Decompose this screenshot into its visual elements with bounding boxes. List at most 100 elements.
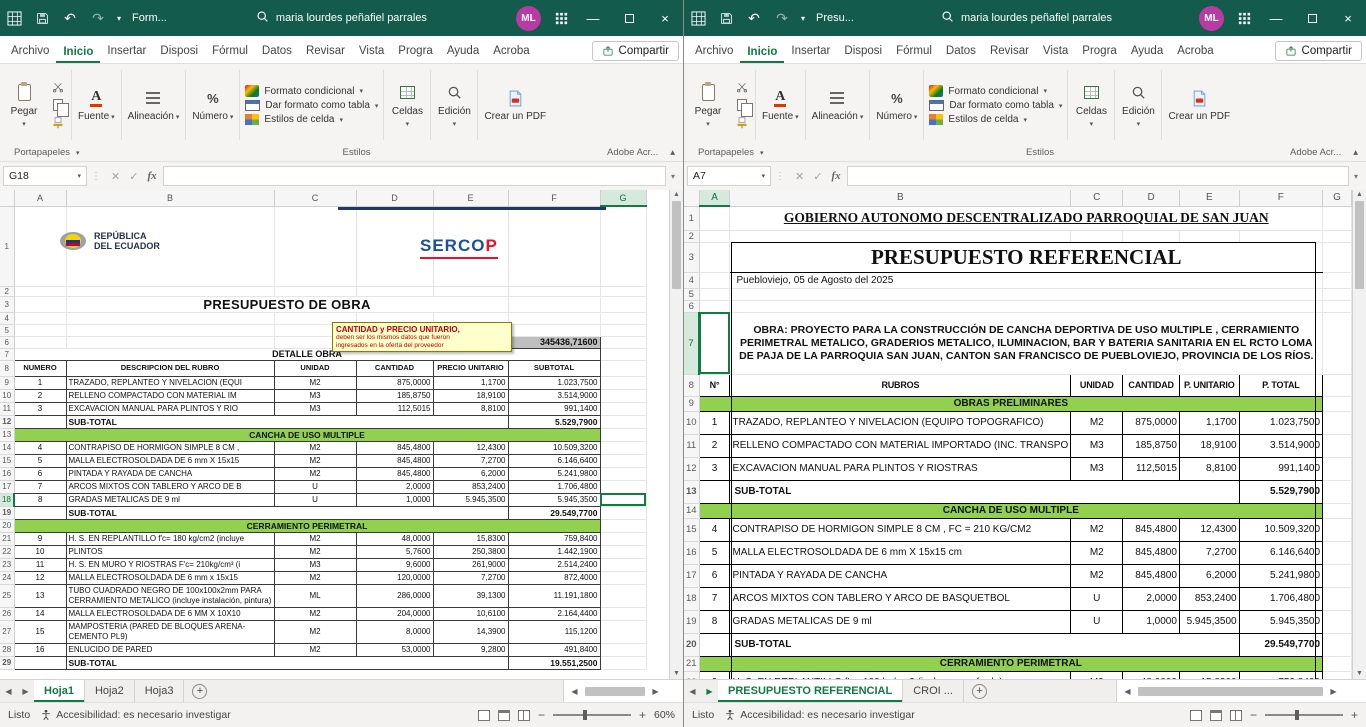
cell-ptotal[interactable]: 5.241,9800 bbox=[1239, 564, 1322, 587]
sheet-title[interactable]: PRESUPUESTO DE OBRA bbox=[66, 296, 508, 312]
worksheet[interactable]: A B C D E F G 1GOBIERNO AUTONOMO DESCENT… bbox=[684, 190, 1352, 679]
cell-unidad[interactable]: M2 bbox=[274, 620, 356, 643]
table-header[interactable]: SUBTOTAL bbox=[508, 360, 600, 376]
cell-cantidad[interactable]: 8,0000 bbox=[356, 620, 433, 643]
row-header[interactable]: 15 bbox=[0, 454, 14, 467]
cell-rubro[interactable]: ARCOS MIXTOS CON TABLERO Y ARCO DE BASQU… bbox=[730, 587, 1071, 610]
cell-unidad[interactable]: M2 bbox=[274, 643, 356, 656]
sheet-nav-right-icon[interactable]: ▶ bbox=[701, 680, 718, 702]
main-title[interactable]: PRESUPUESTO REFERENCIAL bbox=[730, 242, 1323, 272]
add-sheet-button[interactable]: + bbox=[972, 684, 987, 699]
subtotal-row[interactable]: 29 SUB-TOTAL 19.551,2500 bbox=[0, 656, 646, 669]
name-box[interactable]: G18▾ bbox=[3, 166, 87, 186]
cell-cantidad[interactable]: 845,4800 bbox=[356, 454, 433, 467]
cell-numero[interactable]: 2 bbox=[14, 389, 66, 402]
cell-ptotal[interactable]: 1.023,7500 bbox=[1239, 411, 1322, 434]
cell-unidad[interactable]: M2 bbox=[274, 454, 356, 467]
table-header[interactable]: CANTIDAD bbox=[356, 360, 433, 376]
normal-view-icon[interactable] bbox=[1190, 710, 1202, 721]
table-row[interactable]: 18 7 ARCOS MIXTOS CON TABLERO Y ARCO DE … bbox=[684, 587, 1352, 610]
cell-cantidad[interactable]: 204,0000 bbox=[356, 607, 433, 620]
cell-rubro[interactable]: EXCAVACION MANUAL PARA PLINTOS Y RIOSTRA… bbox=[730, 457, 1071, 480]
expand-formula-bar-icon[interactable]: ▾ bbox=[1349, 172, 1363, 181]
cut-button[interactable] bbox=[50, 80, 66, 94]
date-line[interactable]: Puebloviejo, 05 de Agosto del 2025 bbox=[730, 272, 1323, 288]
column-header[interactable]: D bbox=[356, 190, 433, 206]
cell-cantidad[interactable]: 845,4800 bbox=[1123, 541, 1180, 564]
cell-cantidad[interactable]: 845,4800 bbox=[1123, 564, 1180, 587]
table-header[interactable]: NUMERO bbox=[14, 360, 66, 376]
cell-punitario[interactable]: 7,2700 bbox=[1179, 541, 1239, 564]
subtotal-row[interactable]: 20 SUB-TOTAL 29.549,7700 bbox=[684, 633, 1352, 656]
tab-archivo[interactable]: Archivo bbox=[4, 40, 56, 63]
cell-numero[interactable]: 5 bbox=[14, 454, 66, 467]
cell-cantidad[interactable]: 845,4800 bbox=[1123, 518, 1180, 541]
row-header[interactable]: 8 bbox=[0, 360, 14, 376]
cell-numero[interactable]: 6 bbox=[14, 467, 66, 480]
cell-unidad[interactable]: M2 bbox=[274, 441, 356, 454]
cell-numero[interactable]: 8 bbox=[14, 493, 66, 506]
table-header[interactable]: UNIDAD bbox=[1071, 374, 1123, 396]
row-header[interactable]: 19 bbox=[684, 610, 699, 633]
cell-rubro[interactable]: CONTRAPISO DE HORMIGON SIMPLE 8 CM , FC … bbox=[730, 518, 1071, 541]
cell-numero[interactable]: 5 bbox=[699, 541, 730, 564]
cells-group-button[interactable]: Celdas▾ bbox=[385, 66, 429, 144]
cell-numero[interactable]: 9 bbox=[14, 532, 66, 545]
tab-ayuda[interactable]: Ayuda bbox=[440, 40, 486, 63]
save-icon[interactable] bbox=[712, 0, 740, 36]
cell-unidad[interactable]: U bbox=[274, 480, 356, 493]
expand-formula-bar-icon[interactable]: ▾ bbox=[666, 172, 680, 181]
cell-unidad[interactable]: M3 bbox=[1071, 434, 1123, 457]
column-header[interactable]: A bbox=[14, 190, 66, 206]
column-header[interactable]: F bbox=[1239, 190, 1322, 206]
insert-function-icon[interactable]: fx bbox=[831, 170, 840, 182]
column-header[interactable]: G bbox=[1323, 190, 1352, 206]
row-header[interactable]: 2 bbox=[0, 286, 14, 296]
cell-numero[interactable]: 7 bbox=[699, 587, 730, 610]
cell-descripcion[interactable]: RELLENO COMPACTADO CON MATERIAL IM bbox=[66, 389, 274, 402]
cell-precio[interactable]: 9,2800 bbox=[433, 643, 508, 656]
zoom-in-icon[interactable]: + bbox=[639, 708, 646, 722]
cell-rubro[interactable]: PINTADA Y RAYADA DE CANCHA bbox=[730, 564, 1071, 587]
cell-subtotal[interactable]: 1.706,4800 bbox=[508, 480, 600, 493]
cell-cantidad[interactable]: 845,4800 bbox=[356, 441, 433, 454]
column-header[interactable]: C bbox=[1071, 190, 1123, 206]
zoom-slider[interactable] bbox=[1265, 714, 1343, 716]
gov-title[interactable]: GOBIERNO AUTONOMO DESCENTRALIZADO PARROQ… bbox=[730, 206, 1323, 230]
cell-numero[interactable]: 10 bbox=[14, 545, 66, 558]
number-group-button[interactable]: % Número▾ bbox=[187, 66, 238, 144]
cell-precio[interactable]: 261,9000 bbox=[433, 558, 508, 571]
total-value[interactable]: 345436,71600 bbox=[508, 336, 600, 348]
cell-subtotal[interactable]: 872,4000 bbox=[508, 571, 600, 584]
horizontal-scrollbar[interactable]: ◀ ▶ bbox=[563, 680, 683, 702]
table-row[interactable]: 27 15 MAMPOSTERIA (PARED DE BLOQUES AREN… bbox=[0, 620, 646, 643]
dialog-launcher-icon[interactable]: ▾ bbox=[760, 149, 764, 157]
sheet-tab-hoja1[interactable]: Hoja1 bbox=[34, 680, 85, 702]
cell-subtotal[interactable]: 10.509,3200 bbox=[508, 441, 600, 454]
cell-punitario[interactable]: 12,4300 bbox=[1179, 518, 1239, 541]
table-header[interactable]: RUBROS bbox=[730, 374, 1071, 396]
cell-unidad[interactable]: M3 bbox=[274, 558, 356, 571]
cell-precio[interactable]: 7,2700 bbox=[433, 571, 508, 584]
row-header[interactable]: 13 bbox=[0, 428, 14, 441]
row-header[interactable]: 3 bbox=[0, 296, 14, 312]
editing-group-button[interactable]: Edición▾ bbox=[1116, 66, 1160, 144]
tab-ayuda[interactable]: Ayuda bbox=[1124, 40, 1170, 63]
selected-cell-G18[interactable] bbox=[600, 493, 646, 506]
tab-acrobat[interactable]: Acroba bbox=[1170, 40, 1220, 63]
cell-descripcion[interactable]: EXCAVACION MANUAL PARA PLINTOS Y RIO bbox=[66, 402, 274, 415]
column-header[interactable]: D bbox=[1123, 190, 1180, 206]
cell-numero[interactable]: 2 bbox=[699, 434, 730, 457]
row-header[interactable]: 14 bbox=[684, 503, 699, 518]
cell-cantidad[interactable]: 1,0000 bbox=[356, 493, 433, 506]
cell-descripcion[interactable]: MAMPOSTERIA (PARED DE BLOQUES ARENA-CEME… bbox=[66, 620, 274, 643]
row-header[interactable]: 6 bbox=[0, 336, 14, 348]
cell-cantidad[interactable]: 875,0000 bbox=[356, 376, 433, 389]
name-box[interactable]: A7▾ bbox=[687, 166, 771, 186]
cell-cantidad[interactable]: 112,5015 bbox=[1123, 457, 1180, 480]
cell-unidad[interactable]: M2 bbox=[1071, 564, 1123, 587]
cell-precio[interactable]: 250,3800 bbox=[433, 545, 508, 558]
table-header[interactable]: UNIDAD bbox=[274, 360, 356, 376]
cell-cantidad[interactable]: 286,0000 bbox=[356, 584, 433, 607]
cell-ptotal[interactable]: 1.706,4800 bbox=[1239, 587, 1322, 610]
